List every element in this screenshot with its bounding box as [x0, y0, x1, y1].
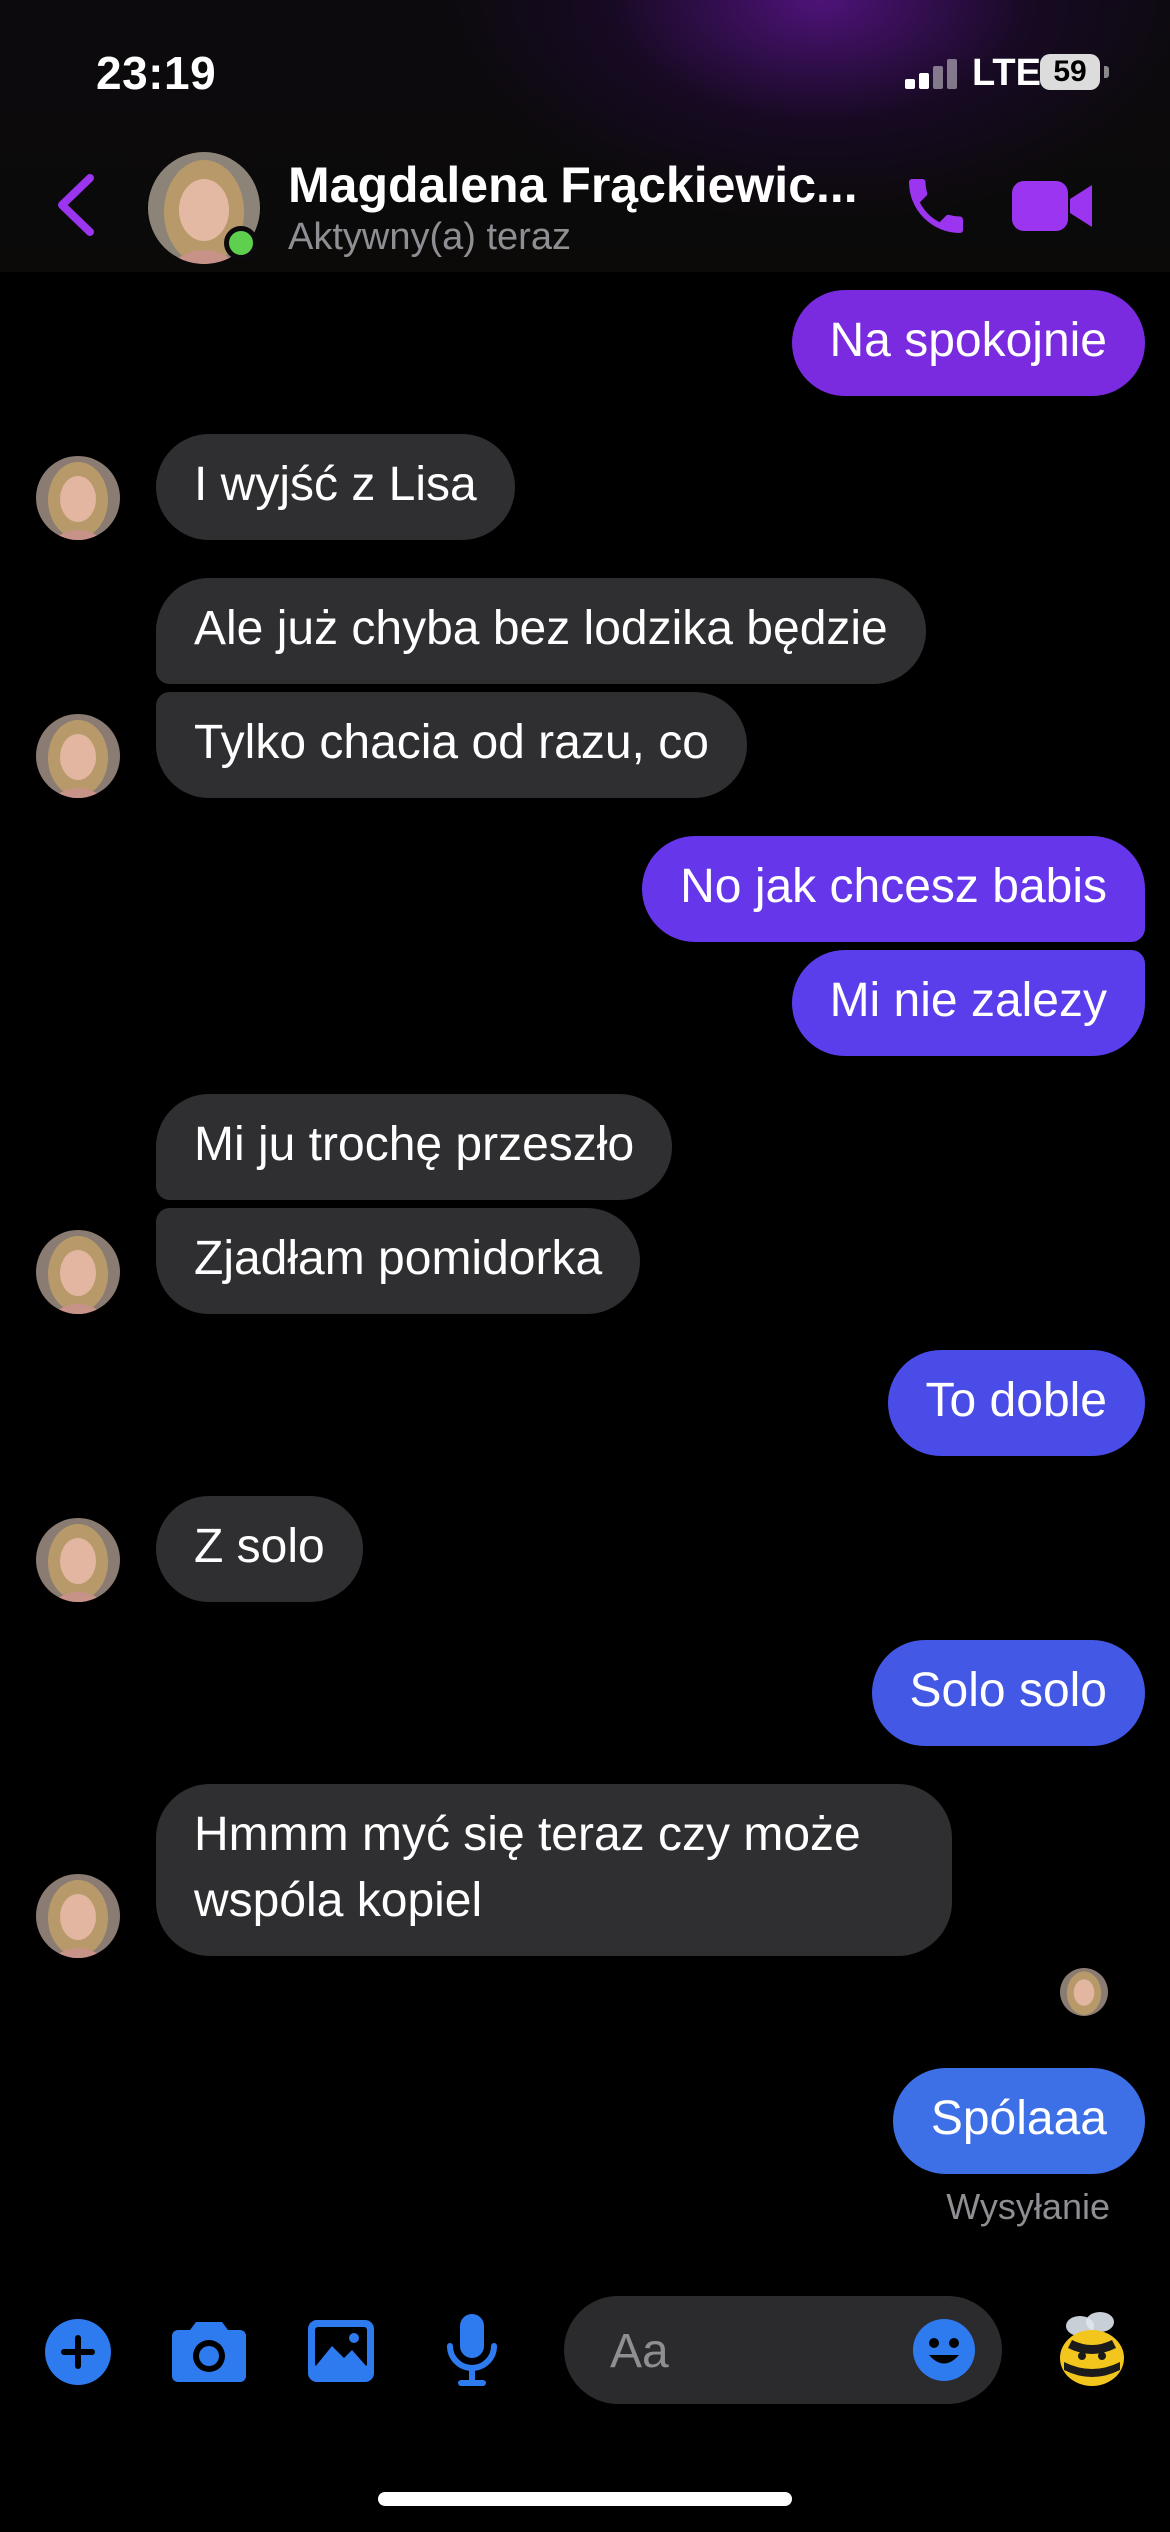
message-bubble-in[interactable]: Z solo [156, 1496, 363, 1602]
battery-tip [1104, 66, 1109, 78]
sending-status: Wysyłanie [946, 2186, 1110, 2227]
network-label: LTE [972, 52, 1041, 94]
smiley-icon[interactable] [912, 2318, 976, 2382]
message-bubble-in[interactable]: Mi ju trochę przeszło [156, 1094, 673, 1200]
message-bubble-out[interactable]: Na spokojnie [791, 290, 1145, 396]
message-bubble-in[interactable]: Ale już chyba bez lodzika będzie [156, 578, 926, 684]
phone-icon[interactable] [900, 170, 972, 242]
message-input-placeholder: Aa [610, 2325, 669, 2378]
contact-status: Aktywny(a) teraz [288, 216, 571, 258]
video-camera-icon[interactable] [1010, 175, 1094, 237]
plus-circle-icon[interactable] [44, 2318, 112, 2386]
sender-avatar[interactable] [36, 1518, 120, 1602]
microphone-icon[interactable] [444, 2312, 500, 2388]
sender-avatar[interactable] [36, 1230, 120, 1314]
message-input[interactable]: Aa [564, 2296, 1002, 2404]
sender-avatar[interactable] [36, 456, 120, 540]
camera-icon[interactable] [170, 2318, 248, 2384]
message-bubble-out[interactable]: Mi nie zalezy [791, 950, 1145, 1056]
message-text-line: wspóla kopiel [194, 1874, 483, 1927]
message-bubble-in[interactable]: Tylko chacia od razu, co [156, 692, 747, 798]
sender-avatar[interactable] [36, 714, 120, 798]
sender-avatar[interactable] [36, 1874, 120, 1958]
message-bubble-out[interactable]: Solo solo [871, 1640, 1145, 1746]
seen-avatar [1060, 1968, 1108, 2016]
message-bubble-in[interactable]: I wyjść z Lisa [156, 434, 515, 540]
message-text-line: Hmmm myć się teraz czy może [194, 1808, 861, 1861]
message-bubble-in[interactable]: Zjadłam pomidorka [156, 1208, 641, 1314]
contact-name[interactable]: Magdalena Frąckiewic... [288, 156, 888, 214]
message-bubble-in[interactable]: Hmmm myć się teraz czy może wspóla kopie… [156, 1784, 952, 1956]
status-time: 23:19 [96, 47, 217, 99]
message-bubble-out[interactable]: Spólaaa [892, 2068, 1145, 2174]
image-icon[interactable] [306, 2318, 376, 2384]
bee-icon[interactable] [1050, 2306, 1132, 2390]
message-bubble-out[interactable]: To doble [887, 1350, 1145, 1456]
online-indicator [224, 226, 258, 260]
signal-icon [905, 57, 959, 89]
message-bubble-out[interactable]: No jak chcesz babis [642, 836, 1145, 942]
home-indicator[interactable] [378, 2492, 792, 2506]
chevron-left-icon[interactable] [48, 170, 108, 240]
battery-icon: 59 [1040, 54, 1100, 90]
